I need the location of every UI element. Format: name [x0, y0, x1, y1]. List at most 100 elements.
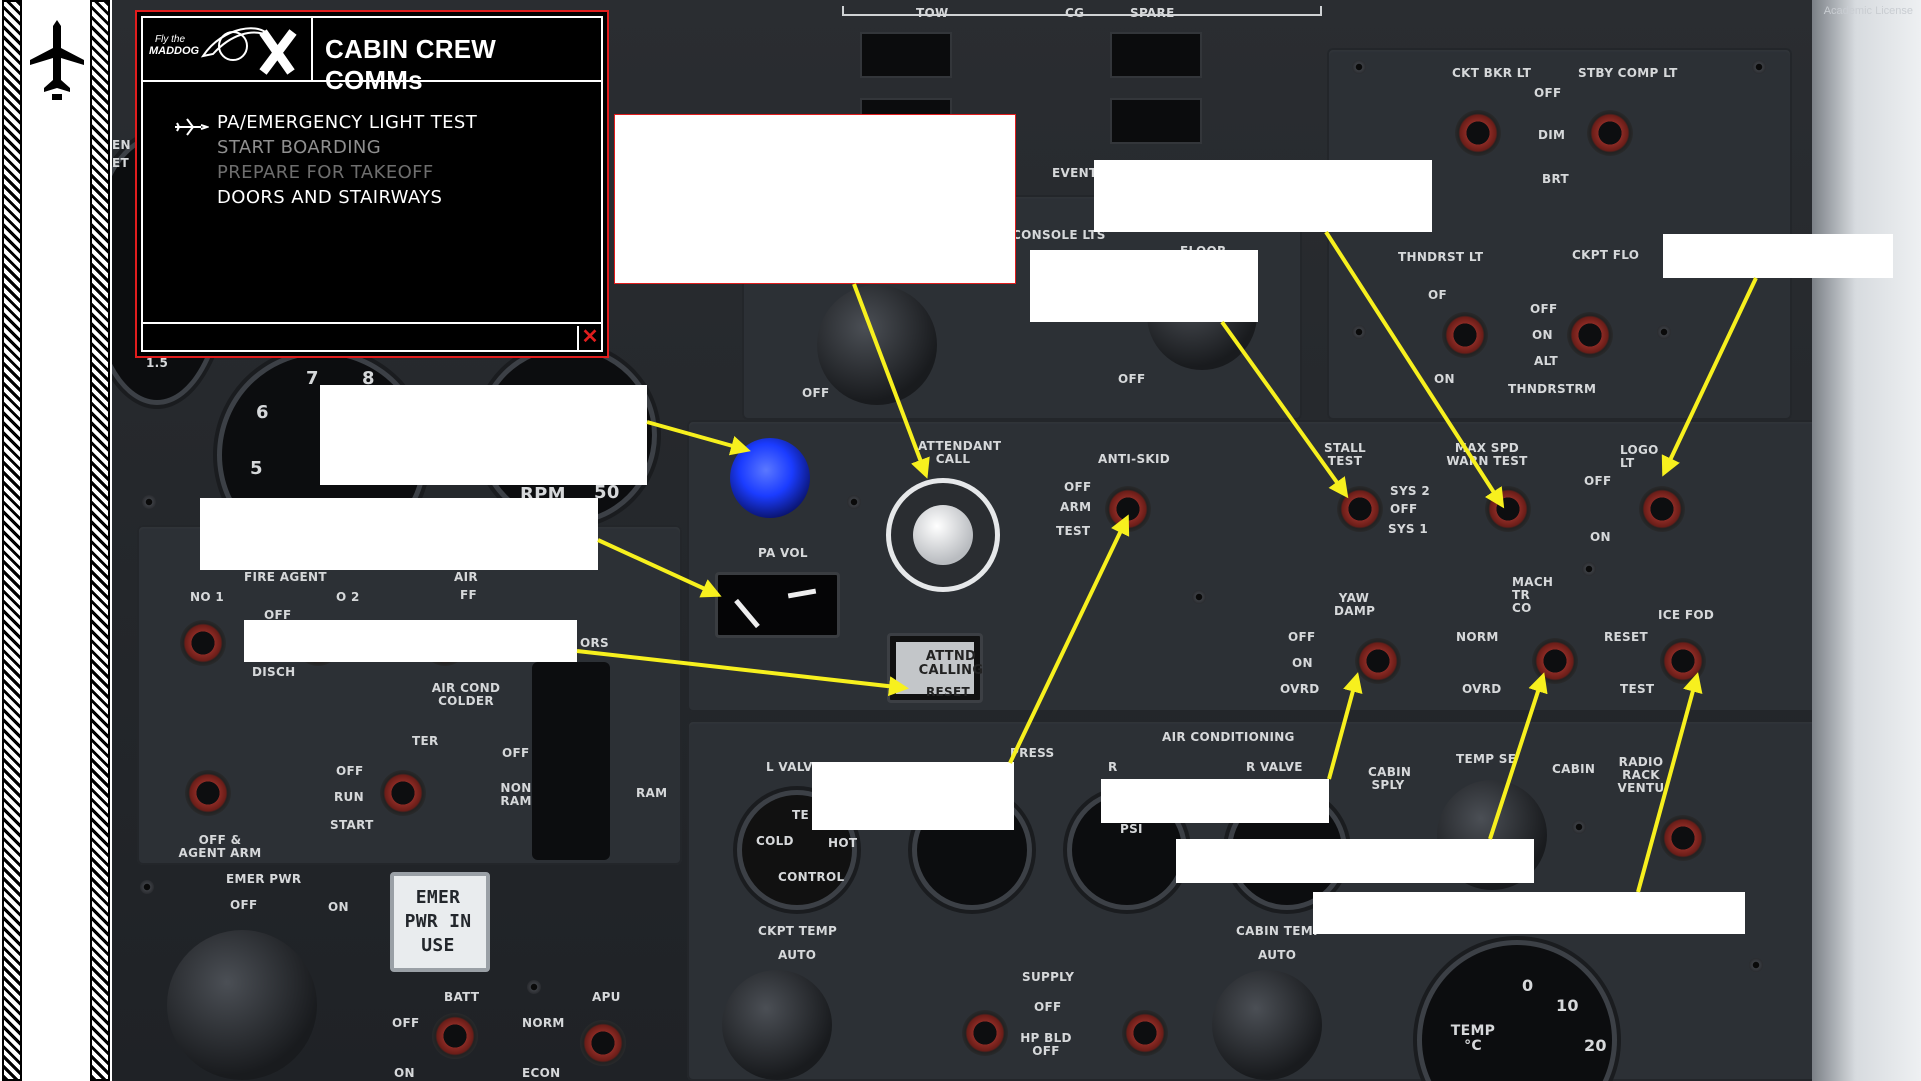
checklist-item[interactable]: START BOARDING	[217, 135, 477, 160]
callout-box-yaw-damp	[1101, 779, 1329, 823]
airplane-icon	[30, 20, 84, 100]
anti-skid-switch[interactable]	[1105, 486, 1151, 532]
hatched-border-left	[2, 0, 22, 1081]
label-cabin-sply: CABIN SPLY	[1368, 765, 1412, 792]
label-alt: ALT	[1534, 354, 1559, 368]
checklist-title: CABIN CREW COMMs	[325, 34, 496, 95]
batt-switch[interactable]	[432, 1013, 478, 1059]
label-auto: AUTO	[778, 948, 817, 962]
fire-agent-1-switch[interactable]	[180, 620, 226, 666]
label-of: OF	[1428, 288, 1447, 302]
ckt-bkr-lt-switch[interactable]	[1455, 110, 1501, 156]
panel-screw	[847, 495, 861, 509]
ram-air-door[interactable]	[532, 662, 610, 860]
label-start: START	[330, 818, 374, 832]
mach-trim-comp-switch[interactable]	[1532, 638, 1578, 684]
stall-test-switch[interactable]	[1337, 486, 1383, 532]
hatched-border-right	[90, 0, 110, 1081]
label-if-reset: RESET	[1604, 630, 1648, 644]
brand-name: MADDOG	[149, 45, 200, 57]
label-air-conditioning: AIR CONDITIONING	[1162, 730, 1295, 744]
callout-box-pa-light	[320, 385, 647, 485]
brand-tagline: Fly the	[155, 34, 186, 45]
label-tow: TOW	[916, 6, 949, 20]
ice-fod-switch[interactable]	[1660, 638, 1706, 684]
left-sidebar-strip	[0, 0, 112, 1081]
label-ckpt-temp: CKPT TEMP	[758, 924, 838, 938]
panel-screw	[527, 980, 541, 994]
label-air: AIR	[454, 570, 478, 584]
panel-screw	[1192, 590, 1206, 604]
label-st-off: OFF	[1390, 502, 1418, 516]
indicator-slot	[860, 32, 952, 78]
label-et: ET	[112, 156, 129, 170]
label-press: PRESS	[1010, 746, 1055, 760]
yaw-damp-switch[interactable]	[1355, 638, 1401, 684]
label-apu-norm: NORM	[522, 1016, 565, 1030]
label-control: CONTROL	[778, 870, 845, 884]
label-hp-bld-off: HP BLD OFF	[1020, 1031, 1072, 1058]
panel-screw	[1352, 60, 1366, 74]
academic-license-watermark: Academic License	[1823, 5, 1913, 17]
label-run: RUN	[334, 790, 364, 804]
agent-arm-switch[interactable]	[185, 770, 231, 816]
label-disch: DISCH	[252, 665, 296, 679]
supply-switch-right[interactable]	[1122, 1010, 1168, 1056]
label-temp-c: TEMP °C	[1450, 1023, 1496, 1054]
indicator-slot	[1110, 32, 1202, 78]
thndrstm-lt-switch[interactable]	[1442, 312, 1488, 358]
panel-screw	[1582, 562, 1596, 576]
label-auto: AUTO	[1258, 948, 1297, 962]
callout-box-attnd-calling	[244, 620, 577, 662]
max-spd-warn-test-switch[interactable]	[1485, 486, 1531, 532]
panel-screw	[140, 880, 154, 894]
emer-pwr-knob[interactable]	[167, 930, 317, 1080]
label-ep-on: ON	[328, 900, 349, 914]
label-ter: TER	[412, 734, 439, 748]
pa-vol-light	[730, 438, 810, 518]
label-air-cond-colder: AIR COND COLDER	[431, 681, 501, 708]
label-supply: SUPPLY	[1022, 970, 1075, 984]
callout-box-anti-skid	[812, 762, 1014, 830]
label-non-ram: NON RAM	[500, 781, 532, 808]
label-ors: ORS	[580, 636, 609, 650]
label-if-test: TEST	[1620, 682, 1655, 696]
label-sys1: SYS 1	[1388, 522, 1429, 536]
label-ice-fod: ICE FOD	[1658, 608, 1715, 622]
radio-rack-venturi-switch[interactable]	[1660, 815, 1706, 861]
apu-switch[interactable]	[580, 1020, 626, 1066]
checklist-item[interactable]: PREPARE FOR TAKEOFF	[217, 160, 477, 185]
cockpit-side-wall	[1812, 0, 1921, 1081]
label-yd-ovrd: OVRD	[1280, 682, 1320, 696]
label-off: OFF	[1534, 86, 1562, 100]
stby-comp-lt-switch[interactable]	[1587, 110, 1633, 156]
label-pa-vol: PA VOL	[758, 546, 808, 560]
label-emer-pwr-in-use: EMER PWR IN USE	[404, 887, 472, 956]
checklist-item[interactable]: DOORS AND STAIRWAYS	[217, 185, 477, 210]
panel-screw	[1572, 820, 1586, 834]
callout-box-pa-vol	[200, 498, 598, 570]
ckpt-flood-switch[interactable]	[1567, 312, 1613, 358]
label-cabin-temp: CABIN TEMI	[1236, 924, 1318, 938]
logo-lt-switch[interactable]	[1639, 486, 1685, 532]
label-radio-rack-venturi: RADIO RACK VENTU	[1617, 755, 1665, 795]
ckpt-temp-knob[interactable]	[722, 970, 832, 1080]
attendant-call-button[interactable]	[886, 478, 1000, 592]
label-spare: SPARE	[1130, 6, 1175, 20]
close-icon[interactable]: ✕	[577, 326, 601, 350]
label-t10: 10	[1556, 996, 1579, 1015]
checklist-header: Fly the MADDOG X CABIN CREW COMMs	[143, 18, 601, 95]
checklist-frame: Fly the MADDOG X CABIN CREW COMMs PA/EME…	[141, 16, 603, 352]
console-lts-knob[interactable]	[817, 285, 937, 405]
label-r-valve: R VALVE	[1246, 760, 1303, 774]
start-switch[interactable]	[380, 770, 426, 816]
label-mach-trim-comp: MACH TR CO	[1512, 575, 1554, 615]
checklist-window[interactable]: Fly the MADDOG X CABIN CREW COMMs PA/EME…	[135, 10, 609, 358]
cabin-temp-knob[interactable]	[1212, 970, 1322, 1080]
supply-switch-left[interactable]	[962, 1010, 1008, 1056]
label-brt: BRT	[1542, 172, 1569, 186]
checklist-items: PA/EMERGENCY LIGHT TEST START BOARDING P…	[217, 110, 477, 210]
label-mt-norm: NORM	[1456, 630, 1499, 644]
checklist-current-item-airplane-icon	[175, 118, 209, 136]
checklist-item[interactable]: PA/EMERGENCY LIGHT TEST	[217, 110, 477, 135]
